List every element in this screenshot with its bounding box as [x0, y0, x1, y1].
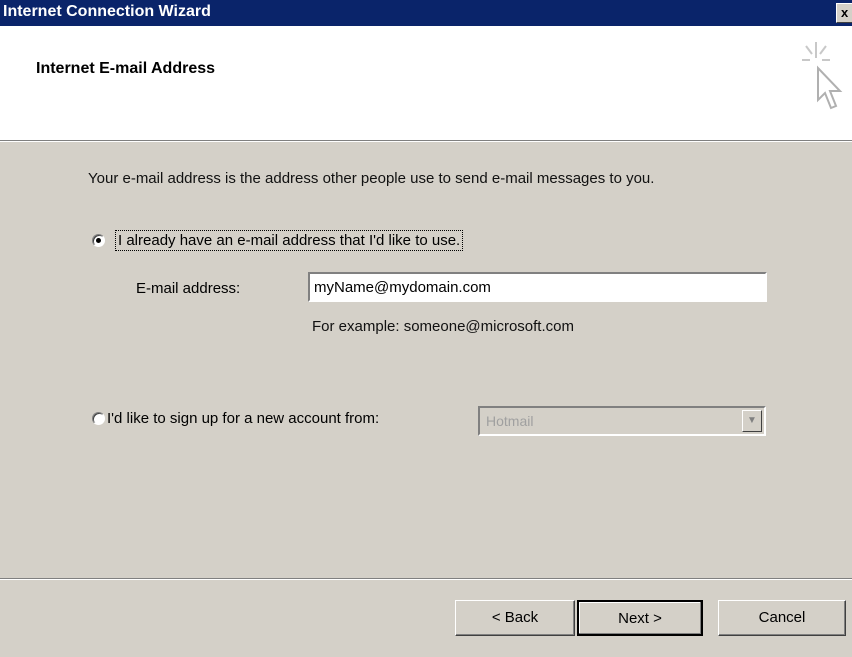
header-divider — [0, 140, 852, 142]
chevron-down-icon[interactable]: ▼ — [742, 410, 762, 432]
existing-address-label[interactable]: I already have an e-mail address that I'… — [115, 230, 464, 251]
cancel-button[interactable]: Cancel — [718, 600, 846, 636]
existing-address-radio[interactable] — [92, 234, 105, 247]
email-example-text: For example: someone@microsoft.com — [312, 318, 574, 335]
wizard-cursor-sparkle-icon — [802, 42, 843, 110]
intro-text: Your e-mail address is the address other… — [88, 170, 655, 187]
new-account-label[interactable]: I'd like to sign up for a new account fr… — [107, 410, 379, 427]
next-button[interactable]: Next > — [577, 600, 703, 636]
title-bar: Internet Connection Wizard x — [0, 0, 852, 26]
new-account-radio[interactable] — [92, 412, 105, 425]
page-title: Internet E-mail Address — [36, 60, 216, 77]
provider-select-value: Hotmail — [486, 413, 534, 429]
close-button[interactable]: x — [836, 3, 852, 23]
email-address-label: E-mail address: — [136, 280, 241, 297]
provider-select[interactable]: Hotmail ▼ — [478, 406, 766, 436]
back-button[interactable]: < Back — [455, 600, 575, 636]
window-title: Internet Connection Wizard — [3, 3, 211, 20]
email-address-input[interactable] — [308, 272, 767, 302]
existing-address-label-text: I already have an e-mail address that I'… — [118, 232, 461, 249]
wizard-header: Internet E-mail Address — [0, 26, 852, 140]
footer-divider — [0, 578, 852, 580]
